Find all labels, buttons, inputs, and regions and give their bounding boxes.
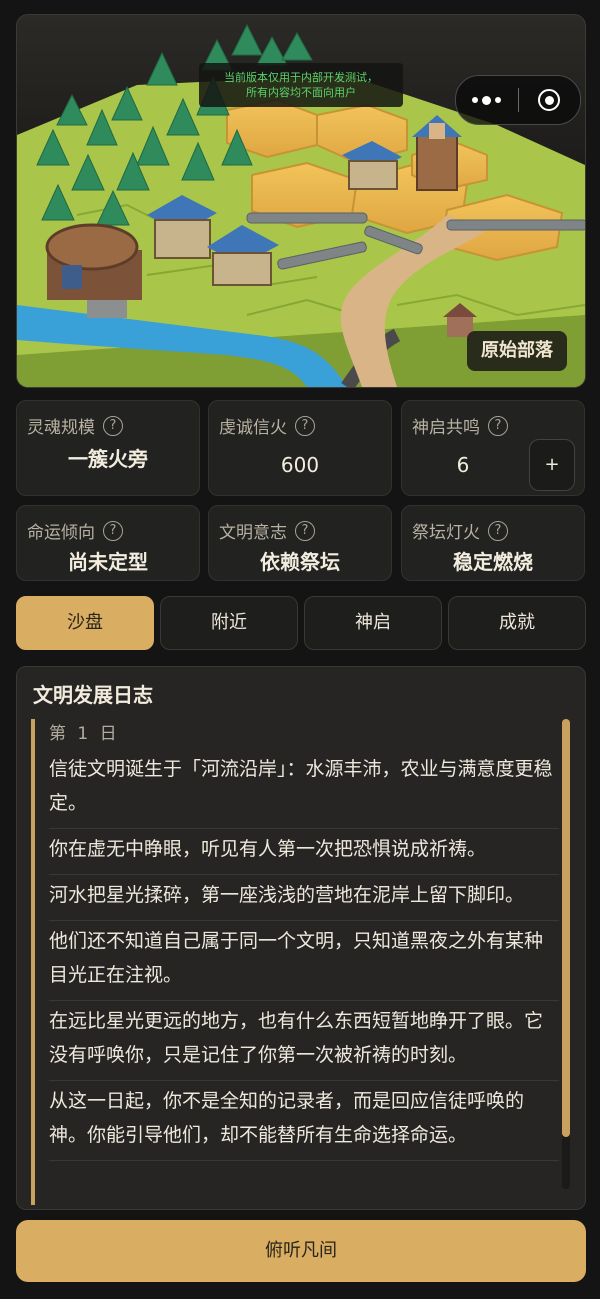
log-scrollbar-thumb[interactable] bbox=[562, 719, 570, 1137]
stat-value: 6 bbox=[456, 453, 470, 477]
stat-altar-fire: 祭坛灯火? 稳定燃烧 bbox=[401, 505, 585, 581]
log-entry: 在远比星光更远的地方，也有什么东西短暂地睁开了眼。它没有呼唤你，只是记住了你第一… bbox=[49, 1001, 559, 1081]
help-icon[interactable]: ? bbox=[103, 520, 123, 541]
log-entry: 信徒文明诞生于「河流沿岸」：水源丰沛，农业与满意度更稳定。 bbox=[49, 749, 559, 829]
target-close-icon[interactable] bbox=[518, 76, 580, 124]
help-icon[interactable]: ? bbox=[488, 520, 508, 541]
stat-value: 一簇火旁 bbox=[68, 447, 148, 471]
log-entries: 第 1 日 信徒文明诞生于「河流沿岸」：水源丰沛，农业与满意度更稳定。 你在虚无… bbox=[49, 719, 559, 1161]
civilization-stage-badge: 原始部落 bbox=[467, 331, 567, 371]
tab-bar: 沙盘 附近 神启 成就 bbox=[16, 596, 586, 650]
help-icon[interactable]: ? bbox=[488, 415, 508, 436]
tab-nearby[interactable]: 附近 bbox=[160, 596, 298, 650]
log-entry: 从这一日起，你不是全知的记录者，而是回应信徒呼唤的神。你能引导他们，却不能替所有… bbox=[49, 1081, 559, 1161]
help-icon[interactable]: ? bbox=[295, 415, 315, 436]
notice-line-2: 所有内容均不面向用户 bbox=[246, 86, 356, 99]
help-icon[interactable]: ? bbox=[103, 415, 123, 436]
stat-label: 文明意志 bbox=[219, 523, 287, 543]
stat-revelation: 神启共鸣? 6 + bbox=[401, 400, 585, 496]
stat-soul-scale: 灵魂规模? 一簇火旁 bbox=[16, 400, 200, 496]
stat-value: 600 bbox=[280, 453, 320, 477]
log-entry: 他们还不知道自己属于同一个文明，只知道黑夜之外有某种目光正在注视。 bbox=[49, 921, 559, 1001]
add-revelation-button[interactable]: + bbox=[529, 439, 575, 491]
notice-line-1: 当前版本仅用于内部开发测试， bbox=[224, 71, 378, 84]
log-accent-bar bbox=[31, 719, 35, 1205]
dev-build-notice: 当前版本仅用于内部开发测试， 所有内容均不面向用户 bbox=[199, 63, 403, 107]
stat-value: 依赖祭坛 bbox=[260, 550, 340, 574]
world-map-scene[interactable]: 当前版本仅用于内部开发测试， 所有内容均不面向用户 原始部落 bbox=[16, 14, 586, 388]
stat-fate: 命运倾向? 尚未定型 bbox=[16, 505, 200, 581]
stat-label: 虔诚信火 bbox=[219, 418, 287, 438]
stat-label: 神启共鸣 bbox=[412, 418, 480, 438]
help-icon[interactable]: ? bbox=[295, 520, 315, 541]
stat-value: 稳定燃烧 bbox=[453, 550, 533, 574]
stat-faith: 虔诚信火? 600 bbox=[208, 400, 392, 496]
tab-revelation[interactable]: 神启 bbox=[304, 596, 442, 650]
stat-label: 祭坛灯火 bbox=[412, 523, 480, 543]
stat-label: 灵魂规模 bbox=[27, 418, 95, 438]
tab-achievements[interactable]: 成就 bbox=[448, 596, 586, 650]
log-title: 文明发展日志 bbox=[33, 683, 153, 707]
civilization-log-panel[interactable]: 文明发展日志 第 1 日 信徒文明诞生于「河流沿岸」：水源丰沛，农业与满意度更稳… bbox=[16, 666, 586, 1210]
log-entry: 你在虚无中睁眼，听见有人第一次把恐惧说成祈祷。 bbox=[49, 829, 559, 875]
log-entry: 河水把星光揉碎，第一座浅浅的营地在泥岸上留下脚印。 bbox=[49, 875, 559, 921]
stat-civ-will: 文明意志? 依赖祭坛 bbox=[208, 505, 392, 581]
listen-to-mortals-button[interactable]: 俯听凡间 bbox=[16, 1220, 586, 1282]
stat-value: 尚未定型 bbox=[68, 550, 148, 574]
more-dots-icon[interactable] bbox=[456, 76, 518, 124]
tab-sandbox[interactable]: 沙盘 bbox=[16, 596, 154, 650]
log-day-label: 第 1 日 bbox=[49, 724, 120, 744]
miniprogram-capsule bbox=[455, 75, 581, 125]
stat-label: 命运倾向 bbox=[27, 523, 95, 543]
